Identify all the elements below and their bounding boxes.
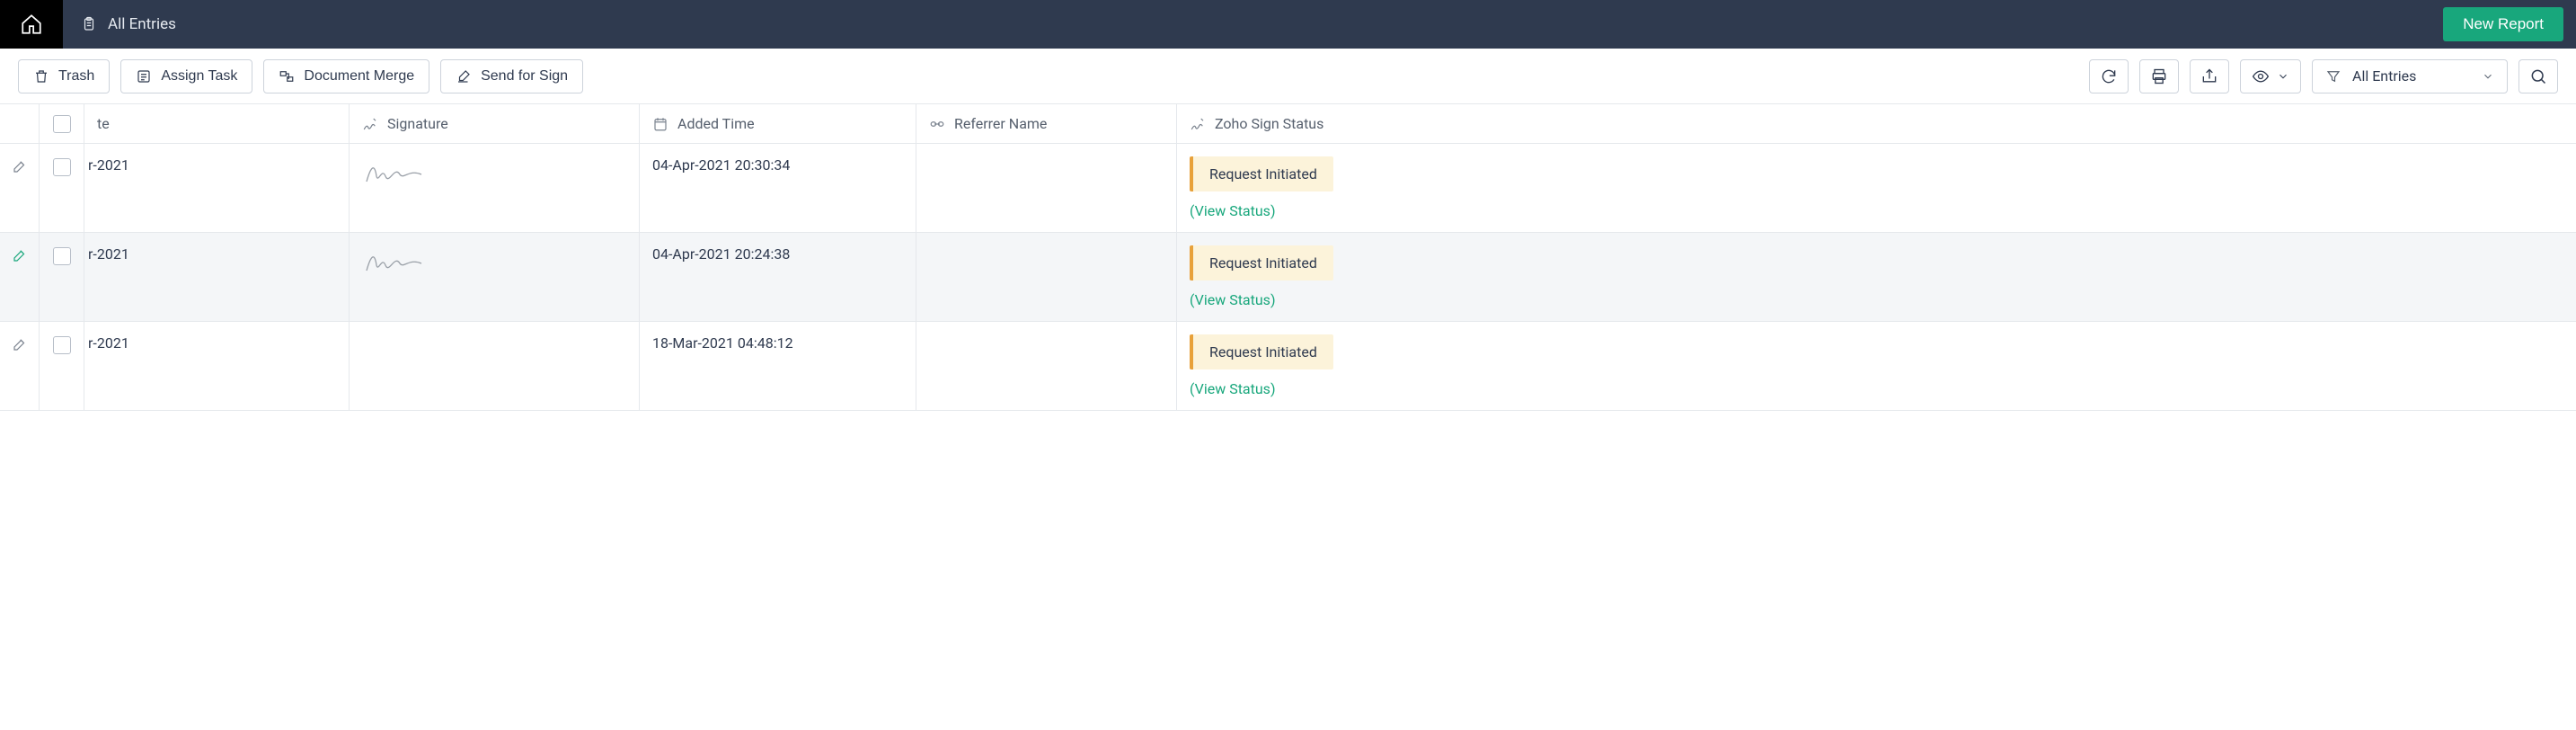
chevron-down-icon	[2482, 70, 2494, 83]
edit-row-button[interactable]	[12, 247, 28, 267]
filter-select[interactable]: All Entries	[2312, 59, 2508, 93]
edit-row-button[interactable]	[12, 158, 28, 178]
assign-task-button[interactable]: Assign Task	[120, 59, 252, 93]
trash-icon	[33, 68, 49, 85]
top-nav: All Entries New Report	[0, 0, 2576, 49]
visibility-button[interactable]	[2240, 59, 2301, 93]
entries-table: te Signature Added Time Referrer Name Zo…	[0, 104, 2576, 411]
date-cell: r-2021	[88, 245, 129, 263]
signature-icon	[362, 116, 378, 132]
link-icon	[929, 116, 945, 132]
view-status-link[interactable]: (View Status)	[1190, 380, 1276, 397]
added-time-cell: 04-Apr-2021 20:30:34	[652, 156, 790, 174]
toolbar: Trash Assign Task Document Merge Send fo…	[0, 49, 2576, 104]
assign-task-label: Assign Task	[161, 68, 237, 85]
trash-label: Trash	[58, 68, 94, 85]
date-cell: r-2021	[88, 156, 129, 174]
referrer-column-header[interactable]: Referrer Name	[916, 104, 1177, 143]
status-badge: Request Initiated	[1190, 334, 1333, 369]
send-for-sign-button[interactable]: Send for Sign	[440, 59, 583, 93]
status-badge: Request Initiated	[1190, 156, 1333, 191]
new-report-button[interactable]: New Report	[2443, 7, 2563, 41]
search-icon	[2529, 67, 2547, 85]
filter-icon	[2325, 68, 2341, 85]
status-badge: Request Initiated	[1190, 245, 1333, 280]
calendar-icon	[652, 116, 668, 132]
list-icon	[136, 68, 152, 85]
merge-icon	[279, 68, 295, 85]
sign-status-column-header[interactable]: Zoho Sign Status	[1177, 104, 2576, 143]
signature-cell	[362, 245, 425, 281]
added-time-cell: 04-Apr-2021 20:24:38	[652, 245, 790, 263]
home-icon	[20, 13, 43, 36]
chevron-down-icon	[2277, 70, 2289, 83]
edit-row-button[interactable]	[12, 336, 28, 356]
added-time-column-header[interactable]: Added Time	[640, 104, 916, 143]
date-column-header[interactable]: te	[84, 104, 350, 143]
table-row[interactable]: r-2021 18-Mar-2021 04:48:12 Request Init…	[0, 322, 2576, 411]
date-cell: r-2021	[88, 334, 129, 352]
view-status-link[interactable]: (View Status)	[1190, 202, 1276, 219]
share-button[interactable]	[2190, 59, 2229, 93]
table-row[interactable]: r-2021 04-Apr-2021 20:24:38 Request Init…	[0, 233, 2576, 322]
sign-icon	[456, 68, 472, 85]
page-title-button[interactable]: All Entries	[63, 0, 194, 49]
print-button[interactable]	[2139, 59, 2179, 93]
filter-selected-label: All Entries	[2352, 67, 2471, 85]
refresh-button[interactable]	[2089, 59, 2129, 93]
select-all-checkbox[interactable]	[53, 115, 71, 133]
signature-column-header[interactable]: Signature	[350, 104, 640, 143]
send-for-sign-label: Send for Sign	[481, 68, 568, 85]
home-button[interactable]	[0, 0, 63, 49]
print-icon	[2150, 67, 2168, 85]
added-time-cell: 18-Mar-2021 04:48:12	[652, 334, 793, 352]
row-checkbox[interactable]	[53, 158, 71, 176]
row-checkbox[interactable]	[53, 336, 71, 354]
trash-button[interactable]: Trash	[18, 59, 110, 93]
refresh-icon	[2100, 67, 2118, 85]
share-icon	[2200, 67, 2218, 85]
row-checkbox[interactable]	[53, 247, 71, 265]
search-button[interactable]	[2518, 59, 2558, 93]
page-title: All Entries	[108, 15, 176, 33]
edit-column-header	[0, 104, 40, 143]
signature-icon	[1190, 116, 1206, 132]
eye-icon	[2252, 67, 2270, 85]
document-merge-button[interactable]: Document Merge	[263, 59, 429, 93]
view-status-link[interactable]: (View Status)	[1190, 291, 1276, 308]
clipboard-icon	[81, 16, 97, 32]
table-header: te Signature Added Time Referrer Name Zo…	[0, 104, 2576, 144]
document-merge-label: Document Merge	[304, 68, 414, 85]
signature-cell	[362, 156, 425, 192]
table-row[interactable]: r-2021 04-Apr-2021 20:30:34 Request Init…	[0, 144, 2576, 233]
select-all-header	[40, 104, 84, 143]
